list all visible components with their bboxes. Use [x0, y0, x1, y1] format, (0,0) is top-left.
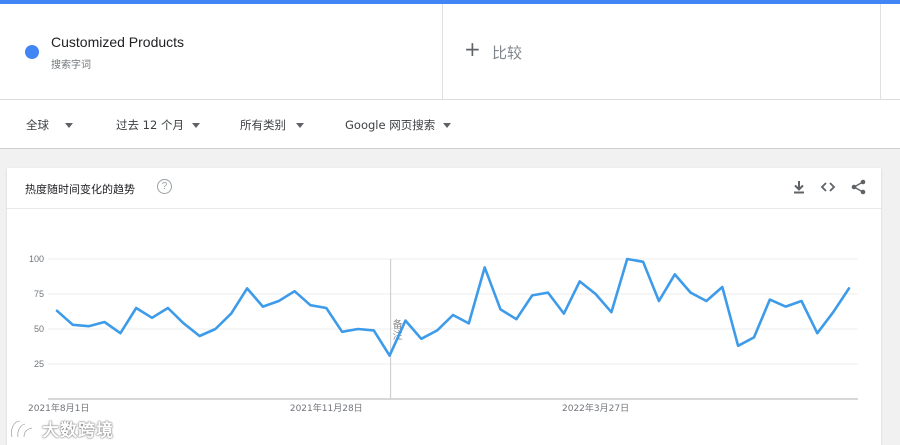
- data-point[interactable]: [339, 329, 345, 335]
- x-tick-label: 2022年3月27日: [562, 402, 629, 414]
- series-line[interactable]: [55, 257, 851, 357]
- y-tick-label: 100: [29, 254, 44, 264]
- data-point[interactable]: [783, 304, 789, 310]
- data-point[interactable]: [656, 298, 662, 304]
- data-point[interactable]: [260, 304, 266, 310]
- y-tick-label: 50: [34, 324, 44, 334]
- data-point[interactable]: [798, 298, 804, 304]
- data-point[interactable]: [133, 305, 139, 311]
- data-point[interactable]: [181, 320, 187, 326]
- data-point[interactable]: [561, 311, 567, 317]
- data-point[interactable]: [529, 292, 535, 298]
- data-point[interactable]: [402, 318, 408, 324]
- data-point[interactable]: [355, 326, 361, 332]
- watermark-logo-icon: [10, 419, 33, 437]
- data-point[interactable]: [212, 326, 218, 332]
- data-point[interactable]: [70, 322, 76, 328]
- data-point[interactable]: [54, 308, 60, 314]
- data-point[interactable]: [482, 264, 488, 270]
- data-point[interactable]: [593, 291, 599, 297]
- data-point[interactable]: [703, 298, 709, 304]
- data-point[interactable]: [814, 330, 820, 336]
- data-point[interactable]: [244, 285, 250, 291]
- x-tick-label: 2021年11月28日: [290, 402, 363, 414]
- data-point[interactable]: [767, 297, 773, 303]
- data-point[interactable]: [735, 343, 741, 349]
- data-point[interactable]: [387, 353, 393, 359]
- data-point[interactable]: [640, 259, 646, 265]
- data-point[interactable]: [418, 336, 424, 342]
- data-point[interactable]: [624, 256, 630, 262]
- data-point[interactable]: [830, 309, 836, 315]
- data-point[interactable]: [276, 298, 282, 304]
- data-point[interactable]: [545, 290, 551, 296]
- data-point[interactable]: [513, 316, 519, 322]
- x-tick-label: 2021年8月1日: [28, 402, 89, 414]
- data-point[interactable]: [292, 288, 298, 294]
- trend-chart: 2550751002021年8月1日 2021年11月28日 2022年3月27日备…: [28, 254, 858, 414]
- data-point[interactable]: [608, 309, 614, 315]
- data-point[interactable]: [719, 284, 725, 290]
- data-point[interactable]: [102, 319, 108, 325]
- data-point[interactable]: [323, 305, 329, 311]
- data-point[interactable]: [450, 312, 456, 318]
- data-point[interactable]: [149, 315, 155, 321]
- data-point[interactable]: [165, 305, 171, 311]
- watermark: 大数跨境: [8, 416, 114, 441]
- y-tick-label: 25: [34, 359, 44, 369]
- data-point[interactable]: [498, 306, 504, 312]
- data-point[interactable]: [672, 271, 678, 277]
- data-point[interactable]: [307, 302, 313, 308]
- data-point[interactable]: [751, 334, 757, 340]
- data-point[interactable]: [577, 278, 583, 284]
- data-point[interactable]: [86, 323, 92, 329]
- data-point[interactable]: [434, 327, 440, 333]
- data-point[interactable]: [371, 327, 377, 333]
- watermark-text: 大数跨境: [42, 421, 114, 441]
- y-tick-label: 75: [34, 289, 44, 299]
- data-point[interactable]: [688, 290, 694, 296]
- data-point[interactable]: [197, 333, 203, 339]
- data-point[interactable]: [846, 285, 852, 291]
- data-point[interactable]: [228, 311, 234, 317]
- data-point[interactable]: [466, 320, 472, 326]
- data-point[interactable]: [117, 330, 123, 336]
